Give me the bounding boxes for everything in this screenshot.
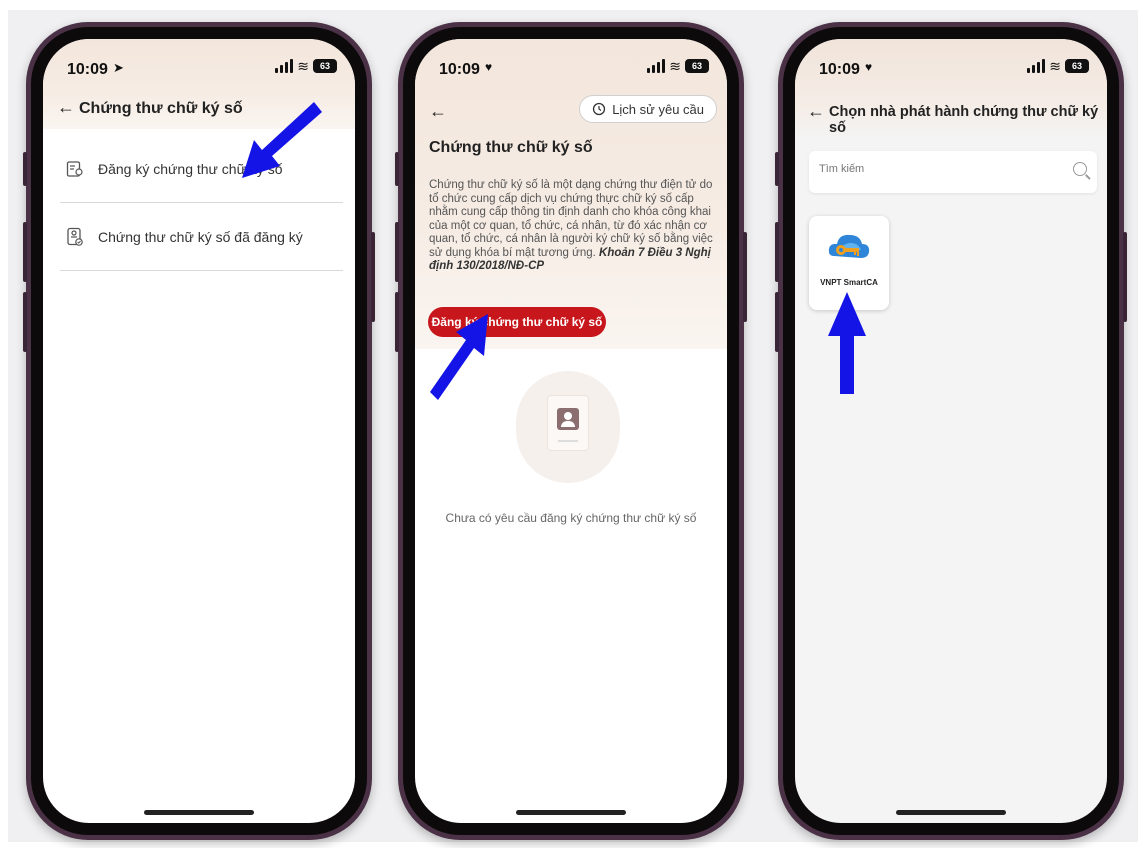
- side-button: [23, 152, 27, 186]
- page-title: Chứng thư chữ ký số: [429, 139, 593, 156]
- heart-icon: ♥: [865, 60, 873, 74]
- signal-icon: [1027, 59, 1046, 73]
- history-label: Lịch sử yêu cầu: [612, 101, 704, 117]
- history-clock-icon: [593, 102, 606, 116]
- heart-icon: ♥: [485, 60, 493, 74]
- home-indicator: [144, 810, 254, 815]
- phone-2: 10:09 ♥ ≋ 63 ← Lịch sử yêu cầu Chứng thư…: [395, 22, 747, 840]
- certificate-description: Chứng thư chữ ký số là một dạng chứng th…: [429, 179, 713, 272]
- battery-icon: 63: [1065, 59, 1089, 73]
- home-indicator: [516, 810, 626, 815]
- search-icon[interactable]: [1073, 162, 1087, 176]
- history-button[interactable]: Lịch sử yêu cầu: [579, 95, 717, 123]
- status-time: 10:09: [819, 61, 860, 78]
- status-bar: 10:09 ♥ ≋ 63: [415, 39, 727, 87]
- back-arrow-icon[interactable]: ←: [429, 101, 447, 122]
- wifi-icon: ≋: [1049, 58, 1061, 74]
- screen-3: 10:09 ♥ ≋ 63 ← Chọn nhà phát hành chứng …: [795, 39, 1107, 823]
- annotation-arrow-icon: [242, 102, 322, 178]
- back-arrow-icon[interactable]: ←: [807, 101, 825, 122]
- page-title: Chọn nhà phát hành chứng thư chữ ký số: [829, 104, 1099, 136]
- side-button: [395, 152, 399, 186]
- signal-icon: [647, 59, 666, 73]
- status-time: 10:09: [67, 61, 108, 78]
- page-title: Chứng thư chữ ký số: [79, 100, 243, 117]
- side-button: [395, 222, 399, 282]
- side-button: [1123, 232, 1127, 322]
- side-button: [395, 292, 399, 352]
- empty-avatar-icon: [557, 408, 579, 430]
- side-button: [23, 222, 27, 282]
- side-button: [775, 222, 779, 282]
- empty-state-message: Chưa có yêu cầu đăng ký chứng thư chữ ký…: [445, 511, 697, 525]
- side-button: [743, 232, 747, 322]
- side-button: [23, 292, 27, 352]
- search-input[interactable]: [819, 163, 1019, 175]
- status-time: 10:09: [439, 61, 480, 78]
- search-bar: [809, 151, 1097, 193]
- side-button: [775, 292, 779, 352]
- phone-3: 10:09 ♥ ≋ 63 ← Chọn nhà phát hành chứng …: [775, 22, 1127, 840]
- vnpt-smartca-logo-icon: [828, 234, 870, 258]
- annotation-arrow-icon: [828, 292, 866, 394]
- menu-item-registered[interactable]: Chứng thư chữ ký số đã đăng ký: [60, 203, 343, 271]
- menu-item-label: Chứng thư chữ ký số đã đăng ký: [98, 228, 303, 245]
- certificate-list-icon: [66, 160, 83, 177]
- provider-name: VNPT SmartCA: [820, 278, 878, 287]
- back-arrow-icon[interactable]: ←: [57, 97, 75, 118]
- side-button: [775, 152, 779, 186]
- signal-icon: [275, 59, 294, 73]
- battery-icon: 63: [313, 59, 337, 73]
- battery-icon: 63: [685, 59, 709, 73]
- registered-certificate-icon: [67, 227, 83, 246]
- status-bar: 10:09 ♥ ≋ 63: [795, 39, 1107, 87]
- annotation-arrow-icon: [430, 314, 488, 400]
- status-bar: 10:09 ➤ ≋ 63: [43, 39, 355, 87]
- location-arrow-icon: ➤: [113, 60, 124, 75]
- screen-2: 10:09 ♥ ≋ 63 ← Lịch sử yêu cầu Chứng thư…: [415, 39, 727, 823]
- home-indicator: [896, 810, 1006, 815]
- wifi-icon: ≋: [669, 58, 681, 74]
- side-button: [371, 232, 375, 322]
- wifi-icon: ≋: [297, 58, 309, 74]
